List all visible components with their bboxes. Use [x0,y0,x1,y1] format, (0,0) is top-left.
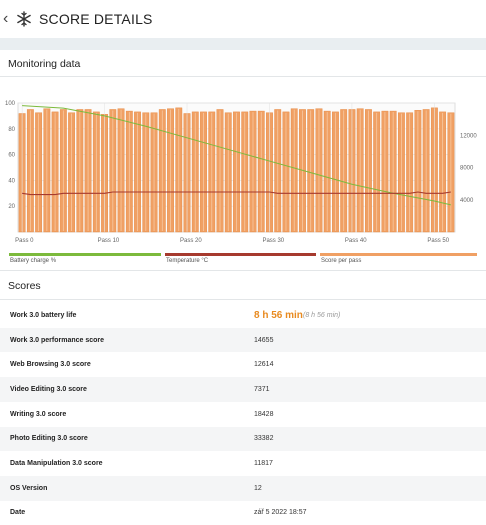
row-value: 33382 [254,435,274,443]
legend-label-battery: Battery charge % [10,258,57,264]
row-label: Date [10,509,26,517]
x-tick-label: Pass 20 [180,238,202,244]
chevron-left-icon[interactable]: ‹ [3,11,13,27]
row-label: Web Browsing 3.0 score [10,361,91,369]
y-left-tick-label: 60 [8,153,15,159]
row-value: 18428 [254,410,274,418]
row-label: Work 3.0 battery life [10,311,77,319]
x-tick-label: Pass 10 [98,238,120,244]
table-row: Date zář 5 2022 18:57 [0,501,486,525]
x-tick-label: Pass 40 [345,238,367,244]
table-row: Web Browsing 3.0 score 12614 [0,352,486,377]
legend-label-score: Score per pass [321,258,362,264]
scores-title: Scores [8,280,41,292]
legend-swatch-temperature [165,253,316,256]
y-left-tick-label: 80 [8,127,15,133]
table-row: Photo Editing 3.0 score 33382 [0,426,486,452]
row-label: Work 3.0 performance score [10,336,105,344]
row-sub-value: (8 h 56 min) [303,311,341,319]
table-row: Work 3.0 performance score 14655 [0,327,486,353]
x-tick-label: Pass 50 [427,238,449,244]
monitoring-title: Monitoring data [8,58,81,70]
table-row: Work 3.0 battery life 8 h 56 min (8 h 56… [0,303,486,328]
legend-swatch-battery [9,253,161,256]
row-label: Data Manipulation 3.0 score [10,460,103,468]
y-left-tick-label: 40 [8,178,15,184]
row-label: Writing 3.0 score [10,410,67,418]
table-row: Writing 3.0 score 18428 [0,402,486,427]
x-tick-label: Pass 30 [262,238,284,244]
y-right-tick-label: 8000 [460,166,474,172]
row-value: 14655 [254,336,274,344]
table-row: Video Editing 3.0 score 7371 [0,377,486,402]
legend-label-temperature: Temperature °C [166,258,209,264]
table-row: OS Version 12 [0,475,486,501]
y-left-tick-label: 100 [5,101,16,107]
row-value: 12614 [254,361,274,369]
divider [0,76,486,77]
row-value: 11817 [254,460,273,468]
legend-swatch-score [320,253,477,256]
y-right-tick-label: 4000 [460,198,474,204]
row-value: zář 5 2022 18:57 [254,509,307,517]
snowflake-icon [15,10,33,28]
row-label: Video Editing 3.0 score [10,385,87,393]
y-left-tick-label: 20 [8,204,15,210]
row-value: 7371 [254,385,270,393]
page-title: SCORE DETAILS [39,11,153,27]
table-row: Data Manipulation 3.0 score 11817 [0,451,486,476]
x-tick-label: Pass 0 [15,238,34,244]
divider [0,299,486,300]
row-value: 8 h 56 min [254,309,303,321]
row-value: 12 [254,484,262,492]
top-bar: ‹ SCORE DETAILS [0,0,486,38]
monitoring-chart: 100 80 60 40 20 12000 8000 4000 Pass 0 Pass 10 Pas… [5,101,477,244]
row-label: OS Version [10,484,48,492]
y-right-tick-label: 12000 [460,133,477,139]
divider [0,270,486,271]
row-label: Photo Editing 3.0 score [10,435,88,443]
